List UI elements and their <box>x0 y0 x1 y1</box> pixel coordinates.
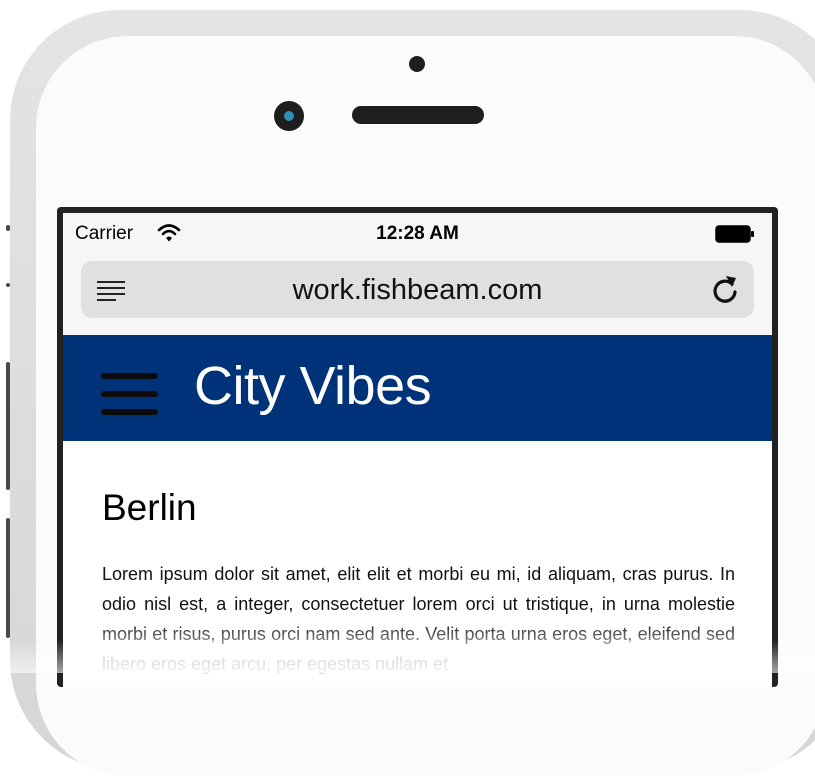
app-header: City Vibes <box>63 335 772 441</box>
bottom-fade <box>0 640 815 673</box>
city-heading: Berlin <box>102 487 197 528</box>
proximity-sensor <box>409 56 425 72</box>
mute-switch <box>6 225 10 231</box>
phone-screen: Carrier 12:28 AM work.fishbeam.com City … <box>57 207 778 687</box>
earpiece-speaker <box>352 106 484 124</box>
battery-icon <box>715 225 754 243</box>
volume-up-button <box>6 362 10 490</box>
screen-content: Carrier 12:28 AM work.fishbeam.com City … <box>63 213 772 687</box>
mute-switch-lower <box>6 283 10 287</box>
url-bar[interactable]: work.fishbeam.com <box>81 261 754 318</box>
app-title: City Vibes <box>194 356 432 416</box>
front-camera <box>274 101 304 131</box>
url-text[interactable]: work.fishbeam.com <box>81 274 754 307</box>
volume-down-button <box>6 518 10 638</box>
hamburger-menu-icon[interactable] <box>101 373 158 415</box>
reload-icon[interactable] <box>710 274 740 306</box>
browser-chrome: Carrier 12:28 AM work.fishbeam.com <box>63 213 772 335</box>
clock-time: 12:28 AM <box>376 223 459 244</box>
status-bar: Carrier 12:28 AM <box>63 213 772 253</box>
